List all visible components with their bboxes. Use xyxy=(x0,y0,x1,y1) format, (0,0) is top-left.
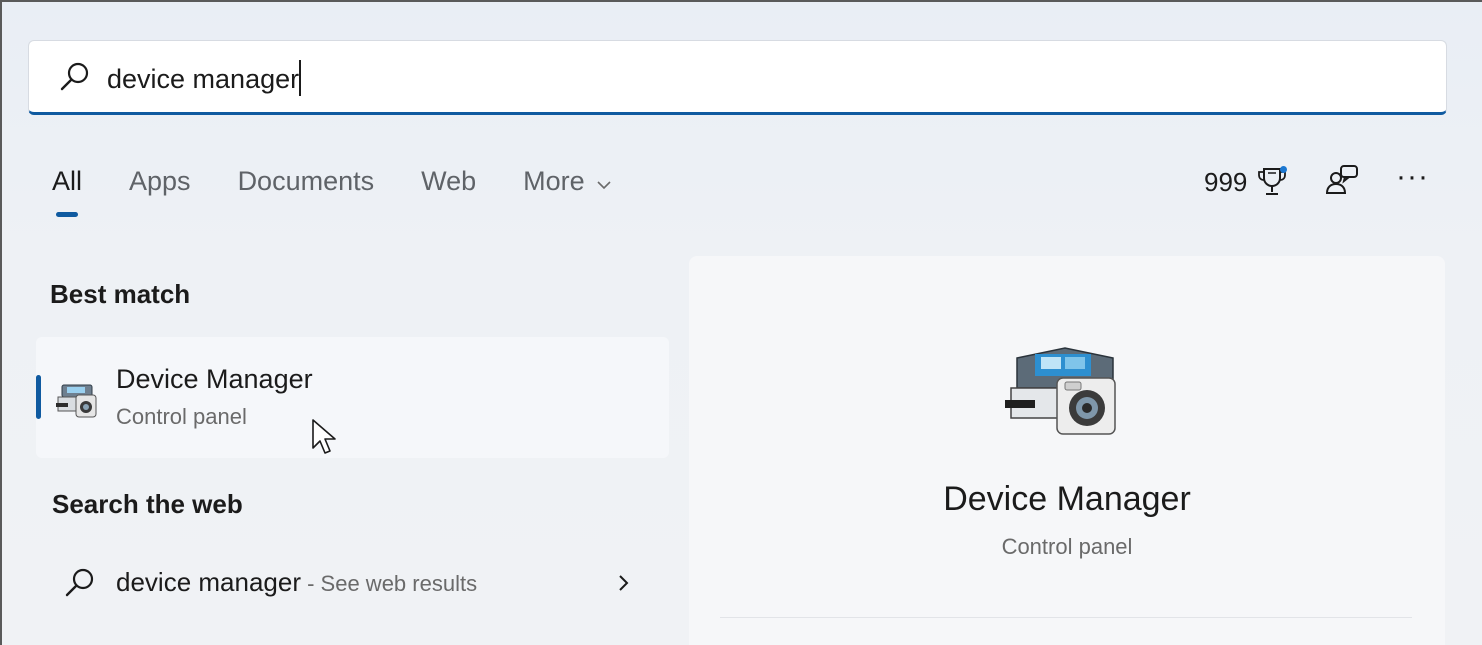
tab-label: More xyxy=(523,166,585,196)
tab-all[interactable]: All xyxy=(52,166,83,217)
rewards-button[interactable]: 999 xyxy=(1204,162,1289,202)
best-match-title: Device Manager xyxy=(116,364,313,394)
selection-indicator xyxy=(36,375,41,419)
tab-label: Apps xyxy=(129,166,191,196)
best-match-result[interactable]: Device Manager Control panel xyxy=(36,337,669,458)
web-results-hint: - See web results xyxy=(301,571,478,596)
tab-web[interactable]: Web xyxy=(421,166,476,206)
best-match-subtitle: Control panel xyxy=(116,404,247,429)
tab-label: Documents xyxy=(237,166,375,196)
preview-title: Device Manager xyxy=(943,480,1191,518)
trophy-icon xyxy=(1255,165,1289,199)
preview-pane: Device Manager Control panel xyxy=(689,256,1445,645)
chevron-right-icon xyxy=(619,575,629,591)
text-caret xyxy=(299,60,301,96)
web-query-text: device manager xyxy=(116,567,301,597)
mouse-cursor-icon xyxy=(312,419,336,454)
tab-label: Web xyxy=(421,166,477,196)
search-icon xyxy=(60,62,89,91)
more-options-icon[interactable]: ··· xyxy=(1396,162,1428,192)
tab-documents[interactable]: Documents xyxy=(238,166,375,206)
device-manager-icon xyxy=(1005,347,1116,435)
tab-more[interactable]: More xyxy=(523,166,613,206)
best-match-heading: Best match xyxy=(50,279,191,309)
device-manager-icon xyxy=(56,384,97,418)
search-icon xyxy=(65,568,94,597)
divider xyxy=(720,617,1412,618)
filter-tabs: All Apps Documents Web More xyxy=(52,166,660,217)
tab-apps[interactable]: Apps xyxy=(129,166,191,206)
search-input[interactable] xyxy=(107,59,1407,99)
preview-subtitle: Control panel xyxy=(1001,534,1133,559)
rewards-points: 999 xyxy=(1204,166,1248,197)
search-box[interactable] xyxy=(28,40,1447,115)
search-web-heading: Search the web xyxy=(52,489,243,519)
web-result-row[interactable]: device manager - See web results xyxy=(36,555,669,613)
tab-label: All xyxy=(52,166,83,196)
account-switch-icon[interactable] xyxy=(1324,163,1360,199)
chevron-down-icon xyxy=(597,181,611,190)
